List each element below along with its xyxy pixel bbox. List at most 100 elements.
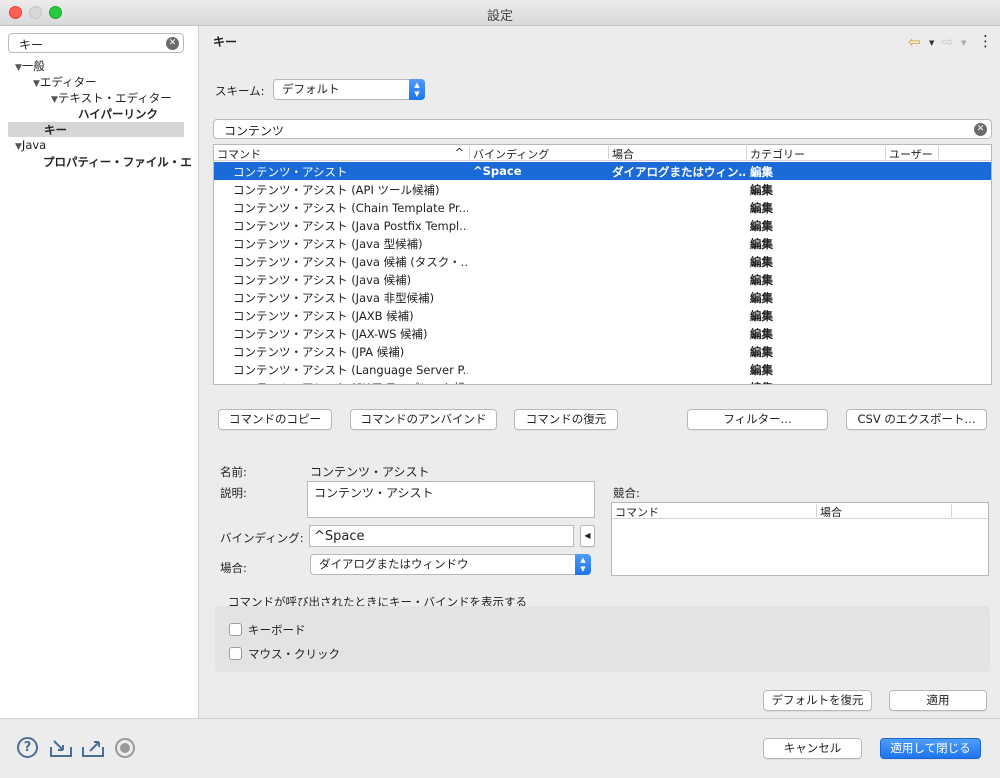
table-row[interactable]: コンテンツ・アシスト (Java 型候補) 編集 xyxy=(214,234,991,252)
record-icon[interactable] xyxy=(115,738,135,758)
twisty-expanded-icon[interactable]: ▼ xyxy=(51,95,58,105)
cell-category: 編集 xyxy=(750,201,773,215)
sort-ascending-icon: ^ xyxy=(454,146,464,159)
export-csv-button[interactable]: CSV のエクスポート... xyxy=(846,409,987,430)
tree-item-label: エディター xyxy=(39,75,97,89)
when-select[interactable]: ダイアログまたはウィンドウ ▲ ▼ xyxy=(310,554,591,575)
restore-defaults-button[interactable]: デフォルトを復元 xyxy=(763,690,872,711)
table-row[interactable]: コンテンツ・アシスト (JPA 候補) 編集 xyxy=(214,342,991,360)
table-row[interactable]: コンテンツ・アシスト ^Space ダイアログまたはウィン… 編集 xyxy=(214,162,991,180)
help-icon[interactable]: ? xyxy=(17,737,38,758)
title-bar: 設定 xyxy=(0,0,1000,26)
cell-binding: ^Space xyxy=(473,164,522,178)
cell-category: 編集 xyxy=(750,183,773,197)
scheme-select[interactable]: デフォルト ▲ ▼ xyxy=(273,79,425,100)
table-row[interactable]: コンテンツ・アシスト (JAX-WS 候補) 編集 xyxy=(214,324,991,342)
forward-dropdown-icon[interactable]: ▼ xyxy=(961,39,966,47)
cell-category: 編集 xyxy=(750,345,773,359)
conflicts-table-header: コマンド 場合 xyxy=(612,503,988,519)
cell-command: コンテンツ・アシスト (Java 候補 (タスク・… xyxy=(233,255,468,269)
apply-button[interactable]: 適用 xyxy=(889,690,987,711)
mouse-click-checkbox[interactable] xyxy=(229,647,242,660)
tree-item-properties-file-editor[interactable]: プロパティー・ファイル・エ xyxy=(43,154,193,170)
cell-category: 編集 xyxy=(750,363,773,377)
cell-command: コンテンツ・アシスト (JAX-WS 候補) xyxy=(233,327,428,341)
tree-item-editors[interactable]: ▼エディター xyxy=(33,74,97,90)
twisty-expanded-icon[interactable]: ▼ xyxy=(15,142,22,152)
select-chevron-icon: ▲ ▼ xyxy=(575,554,591,575)
cell-command: コンテンツ・アシスト (SWT テンプレート候… xyxy=(233,380,468,384)
conflicts-column-when[interactable]: 場合 xyxy=(817,504,952,519)
cell-when: ダイアログまたはウィン… xyxy=(612,165,745,179)
cancel-button[interactable]: キャンセル xyxy=(763,738,862,759)
table-row[interactable]: コンテンツ・アシスト (Chain Template Pr... 編集 xyxy=(214,198,991,216)
column-header-label: バインディング xyxy=(473,148,550,161)
preferences-sidebar: キー ✕ ▼一般 ▼エディター ▼テキスト・エディター ハイパーリンク キー ▼… xyxy=(0,26,199,718)
tree-item-general[interactable]: ▼一般 xyxy=(15,58,45,74)
conflicts-column-command[interactable]: コマンド xyxy=(612,504,817,519)
window-title: 設定 xyxy=(486,9,513,24)
back-dropdown-icon[interactable]: ▼ xyxy=(929,39,934,47)
keyboard-checkbox[interactable] xyxy=(229,623,242,636)
table-row[interactable]: コンテンツ・アシスト (Java 候補 (タスク・… 編集 xyxy=(214,252,991,270)
cell-command: コンテンツ・アシスト xyxy=(233,165,348,179)
table-row[interactable]: コンテンツ・アシスト (Java 候補) 編集 xyxy=(214,270,991,288)
column-header-when[interactable]: 場合 xyxy=(609,146,747,161)
cell-command: コンテンツ・アシスト (Chain Template Pr... xyxy=(233,201,468,215)
binding-menu-icon[interactable]: ◀ xyxy=(580,525,595,547)
cell-command: コンテンツ・アシスト (JAXB 候補) xyxy=(233,309,414,323)
back-arrow-icon[interactable]: ⇦ xyxy=(908,35,921,50)
column-header-label: コマンド xyxy=(217,148,261,161)
tree-item-hyperlinking[interactable]: ハイパーリンク xyxy=(78,106,158,122)
twisty-expanded-icon[interactable]: ▼ xyxy=(15,63,22,73)
command-filter-input[interactable]: コンテンツ ✕ xyxy=(213,119,992,139)
key-bindings-table[interactable]: コマンド ^ バインディング 場合 カテゴリー ユーザー コンテンツ・アシスト ^S… xyxy=(213,144,992,385)
unbind-command-button[interactable]: コマンドのアンバインド xyxy=(350,409,497,430)
column-header-user[interactable]: ユーザー xyxy=(886,146,939,161)
tree-item-label: Java xyxy=(21,138,47,152)
binding-field[interactable]: ^Space xyxy=(309,525,574,547)
tree-item-text-editors[interactable]: ▼テキスト・エディター xyxy=(51,90,172,106)
cell-command: コンテンツ・アシスト (JPA 候補) xyxy=(233,345,405,359)
import-icon[interactable] xyxy=(49,738,73,761)
conflicts-table[interactable]: コマンド 場合 xyxy=(611,502,989,576)
export-icon[interactable] xyxy=(81,738,105,761)
table-row[interactable]: コンテンツ・アシスト (Language Server P... 編集 xyxy=(214,360,991,378)
cell-command: コンテンツ・アシスト (Java 候補) xyxy=(233,273,412,287)
clear-filter-icon[interactable]: ✕ xyxy=(974,123,987,136)
description-field[interactable]: コンテンツ・アシスト xyxy=(307,481,595,518)
apply-and-close-button[interactable]: 適用して閉じる xyxy=(880,738,981,759)
column-header-command[interactable]: コマンド ^ xyxy=(214,146,470,161)
tree-item-keys[interactable]: キー xyxy=(8,122,184,137)
column-header-label: カテゴリー xyxy=(750,148,805,161)
conflicts-label: 競合: xyxy=(613,486,640,500)
filter-search-input[interactable]: キー ✕ xyxy=(8,33,184,53)
cell-category: 編集 xyxy=(750,380,884,384)
binding-label: バインディング: xyxy=(220,531,304,545)
description-label: 説明: xyxy=(220,486,247,500)
table-row[interactable]: コンテンツ・アシスト (JAXB 候補) 編集 xyxy=(214,306,991,324)
view-menu-icon[interactable]: ⋮ xyxy=(978,34,993,49)
table-row[interactable]: コンテンツ・アシスト (SWT テンプレート候… 編集 xyxy=(214,378,991,384)
column-header-binding[interactable]: バインディング xyxy=(470,146,609,161)
table-row[interactable]: コンテンツ・アシスト (Java 非型候補) 編集 xyxy=(214,288,991,306)
restore-command-button[interactable]: コマンドの復元 xyxy=(514,409,618,430)
filter-search-text: キー xyxy=(19,38,44,52)
cell-command: コンテンツ・アシスト (Java Postfix Templ... xyxy=(233,219,468,233)
tree-item-label: 一般 xyxy=(21,59,45,73)
twisty-expanded-icon[interactable]: ▼ xyxy=(33,79,40,89)
column-header-label: 場合 xyxy=(612,148,634,161)
table-row[interactable]: コンテンツ・アシスト (Java Postfix Templ... 編集 xyxy=(214,216,991,234)
table-row[interactable]: コンテンツ・アシスト (API ツール候補) 編集 xyxy=(214,180,991,198)
filters-button[interactable]: フィルター... xyxy=(687,409,828,430)
cell-category: 編集 xyxy=(750,237,773,251)
cell-command: コンテンツ・アシスト (API ツール候補) xyxy=(233,183,440,197)
tree-item-java[interactable]: ▼Java xyxy=(15,138,46,152)
forward-arrow-icon[interactable]: ⇨ xyxy=(941,35,954,50)
copy-command-button[interactable]: コマンドのコピー xyxy=(218,409,332,430)
cell-command: コンテンツ・アシスト (Language Server P... xyxy=(233,363,468,377)
mouse-click-label: マウス・クリック xyxy=(248,647,340,661)
clear-search-icon[interactable]: ✕ xyxy=(166,37,179,50)
column-header-label: ユーザー xyxy=(889,148,933,161)
column-header-category[interactable]: カテゴリー xyxy=(747,146,886,161)
